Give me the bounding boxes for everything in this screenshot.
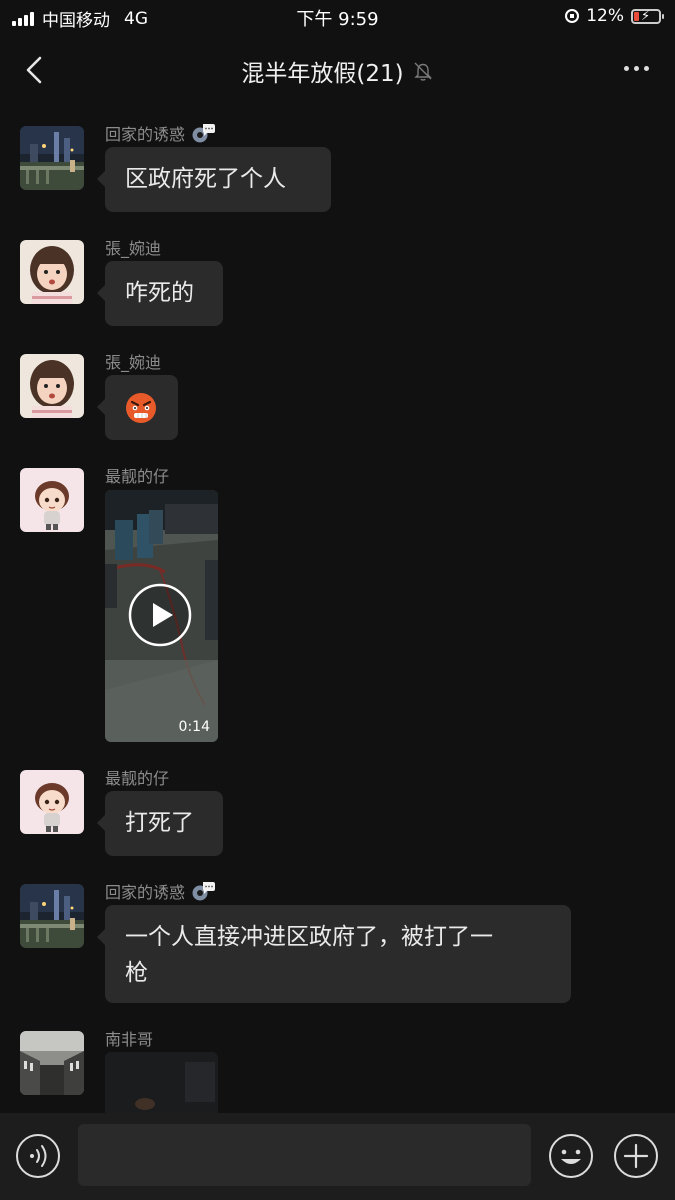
status-bar: 中国移动 4G 下午 9:59 12% ⚡ (0, 0, 675, 36)
voice-icon[interactable] (14, 1132, 62, 1180)
image-message-partial[interactable] (105, 1052, 218, 1113)
sender-name: 南非哥 (105, 1030, 154, 1049)
avatar-zuiliang[interactable] (20, 468, 84, 532)
message-bubble[interactable]: 一个人直接冲进区政府了，被打了一 枪 (97, 905, 571, 1003)
sender-name: 張_婉迪 (105, 353, 162, 372)
message-text: 区政府死了个人 (125, 166, 286, 192)
avatar-zuiliang[interactable] (20, 770, 84, 834)
smiley-icon[interactable] (547, 1132, 595, 1180)
chat-badge-icon (192, 124, 216, 143)
avatar-huijia[interactable] (20, 884, 84, 948)
play-icon[interactable] (128, 583, 192, 647)
message-text-line: 枪 (125, 960, 148, 986)
avatar-huijia[interactable] (20, 126, 84, 190)
plus-circle-icon[interactable] (612, 1132, 660, 1180)
angry-face-emoji (126, 393, 156, 423)
input-bar (0, 1113, 675, 1200)
sender-name: 張_婉迪 (105, 239, 162, 258)
orientation-lock-icon (565, 9, 580, 23)
bell-slash-icon (413, 62, 432, 81)
avatar-wandi[interactable] (20, 240, 84, 304)
battery-percent: 12% (586, 6, 624, 26)
message-bubble[interactable]: 区政府死了个人 (97, 147, 331, 212)
battery-icon: ⚡ (631, 8, 664, 24)
chat-badge-icon (192, 882, 216, 901)
more-button[interactable] (624, 66, 649, 71)
message-text-line: 一个人直接冲进区政府了，被打了一 (125, 924, 493, 950)
video-message[interactable]: 0:14 (105, 490, 218, 742)
status-right: 12% ⚡ (565, 6, 664, 26)
sender-name: 最靓的仔 (105, 769, 170, 788)
avatar-wandi[interactable] (20, 354, 84, 418)
video-duration: 0:14 (178, 719, 210, 735)
message-bubble[interactable]: 咋死的 (97, 261, 223, 326)
sender-name: 最靓的仔 (105, 467, 170, 486)
message-input[interactable] (78, 1124, 531, 1186)
chat-header: 混半年放假(21) (0, 36, 675, 102)
avatar-nanfeige[interactable] (20, 1031, 84, 1095)
sender-name: 回家的诱惑 (105, 125, 186, 144)
chat-title: 混半年放假(21) (241, 61, 404, 87)
sticker-bubble[interactable] (97, 375, 178, 440)
message-text: 咋死的 (125, 280, 194, 306)
sender-name: 回家的诱惑 (105, 883, 186, 902)
message-bubble[interactable]: 打死了 (97, 791, 223, 856)
message-text: 打死了 (125, 810, 194, 836)
